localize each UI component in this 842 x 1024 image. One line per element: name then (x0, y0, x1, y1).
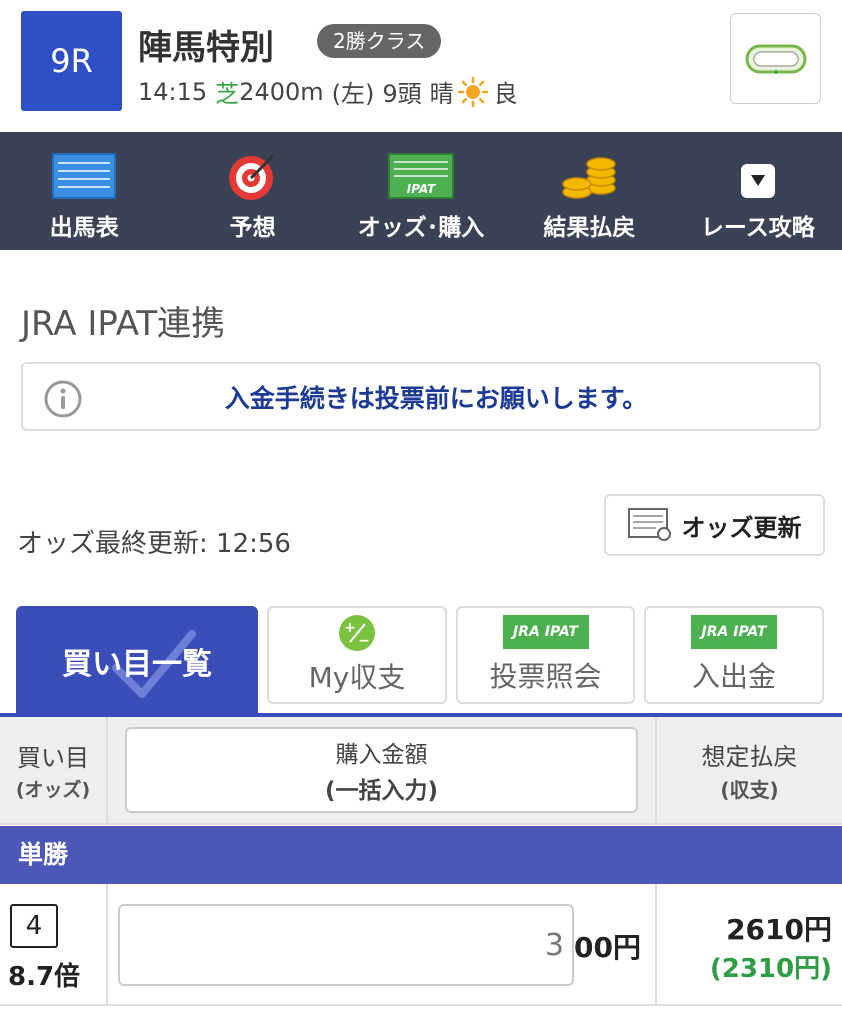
race-nav-bar: 出馬表 予想 IPAT オッズ･購入 結果払戻 レース攻略 (0, 132, 842, 250)
tab-deposit-withdrawal[interactable]: JRA IPAT 入出金 (644, 606, 824, 704)
jra-ipat-external-badge: JRA IPAT (691, 615, 777, 649)
nav-item-race-strategy[interactable]: レース攻略 (674, 132, 842, 250)
svg-text:−: − (358, 633, 370, 649)
coins-icon (562, 157, 617, 199)
track-condition: 良 (493, 80, 518, 108)
race-number-badge: 9R (21, 11, 122, 111)
col-header-amount-label: 購入金額 (335, 742, 428, 768)
race-name: 陣馬特別 (138, 28, 274, 68)
horse-number: 4 (10, 904, 58, 948)
payout-cell: 2610円 (2310円) (655, 884, 842, 1004)
nav-label: オッズ･購入 (357, 215, 485, 241)
expected-profit: (2310円) (709, 954, 832, 984)
ipat-section-title: JRA IPAT連携 (21, 304, 226, 344)
col-header-bet-sub: (オッズ) (15, 779, 91, 801)
sun-icon (457, 76, 488, 107)
race-time: 14:15 (138, 77, 208, 106)
col-header-payout: 想定払戻 (収支) (655, 717, 842, 823)
course-map-icon (745, 44, 806, 74)
col-header-bet: 買い目 (オッズ) (0, 717, 108, 823)
target-icon (228, 154, 274, 200)
expected-payout: 2610円 (726, 913, 832, 946)
jra-ipat-external-badge: JRA IPAT (502, 615, 589, 649)
nav-label: レース攻略 (700, 215, 815, 241)
bulk-amount-input-button[interactable]: 購入金額 (一括入力) (125, 727, 638, 813)
refresh-odds-icon (627, 508, 671, 541)
tab-my-balance[interactable]: + − My収支 (267, 606, 447, 704)
odds-refresh-button[interactable]: オッズ更新 (604, 494, 825, 556)
bet-cell: 4 8.7倍 (0, 884, 108, 1004)
tab-label: 投票照会 (489, 660, 602, 693)
race-runners: 9頭 (382, 80, 422, 108)
tab-label: 入出金 (691, 660, 776, 693)
course-map-button[interactable] (730, 13, 821, 104)
race-surface: 芝 (215, 80, 240, 108)
odds-refresh-label: オッズ更新 (681, 513, 802, 542)
plus-minus-icon: + − (339, 615, 375, 651)
svg-text:+: + (344, 620, 356, 636)
tab-bet-list[interactable]: 買い目一覧 (16, 606, 258, 716)
race-class-badge: 2勝クラス (317, 24, 442, 58)
amount-suffix: 00円 (574, 931, 641, 964)
race-header: 9R 陣馬特別 2勝クラス 14:15 芝 2400m (左) 9頭 晴 良 (0, 0, 842, 132)
nav-item-prediction[interactable]: 予想 (168, 132, 336, 250)
nav-item-results[interactable]: 結果払戻 (505, 132, 673, 250)
col-header-payout-label: 想定払戻 (701, 743, 798, 771)
odds-value: 8.7倍 (8, 962, 81, 992)
bet-type-header: 単勝 (0, 826, 842, 884)
dropdown-icon (740, 164, 775, 198)
tab-label: My収支 (308, 661, 406, 694)
col-header-payout-sub: (収支) (720, 778, 779, 802)
ipat-icon: IPAT (388, 153, 455, 199)
race-weather: 晴 (429, 80, 454, 108)
tab-vote-inquiry[interactable]: JRA IPAT 投票照会 (456, 606, 635, 704)
nav-label: 出馬表 (49, 215, 119, 241)
svg-text:IPAT: IPAT (407, 182, 436, 196)
col-header-bet-label: 買い目 (17, 744, 89, 772)
race-direction: (左) (331, 80, 375, 108)
info-icon (44, 380, 82, 418)
col-header-amount-sub: (一括入力) (324, 778, 439, 804)
race-info: 14:15 芝 2400m (左) 9頭 晴 良 (138, 74, 526, 109)
deposit-notice: 入金手続きは投票前にお願いします。 (21, 362, 821, 431)
list-icon (52, 153, 117, 199)
nav-item-odds-purchase[interactable]: IPAT オッズ･購入 (337, 132, 505, 250)
notice-text: 入金手続きは投票前にお願いします。 (224, 383, 648, 413)
race-distance: 2400m (239, 77, 324, 106)
nav-item-race-card[interactable]: 出馬表 (0, 132, 168, 250)
nav-label: 予想 (229, 215, 276, 241)
bet-table-header: 買い目 (オッズ) 購入金額 (一括入力) 想定払戻 (収支) (0, 717, 842, 825)
tab-label: 買い目一覧 (62, 647, 212, 682)
nav-label: 結果払戻 (543, 215, 636, 241)
bet-amount-input[interactable] (118, 904, 574, 986)
table-row: 4 8.7倍 00円 2610円 (2310円) (0, 884, 842, 1006)
odds-last-updated: オッズ最終更新: 12:56 (17, 529, 291, 559)
